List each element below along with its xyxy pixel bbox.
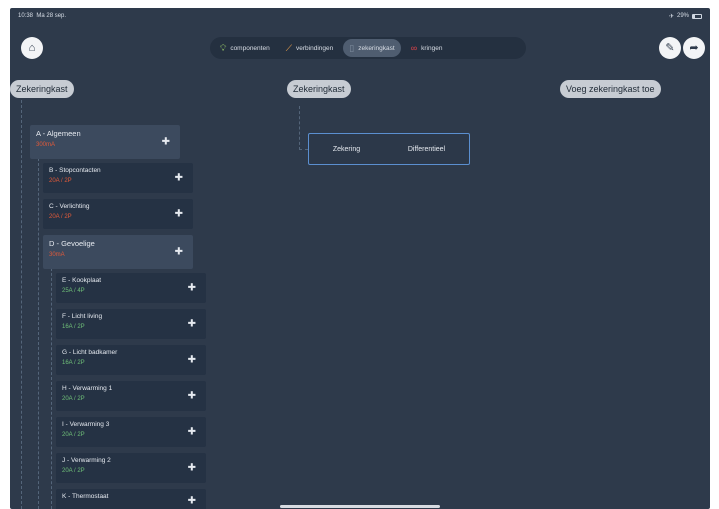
node-rating: 16A / 2P [62,324,85,330]
tree-node-g[interactable]: G - Licht badkamer 16A / 2P ✚ [56,345,206,375]
node-rating: 30mA [49,252,65,258]
plus-icon[interactable]: ✚ [175,173,183,184]
tab-kringen[interactable]: ∞ kringen [405,39,449,57]
tab-label: verbindingen [296,44,334,52]
status-time: 10:38 [18,13,34,19]
node-name: F - Licht living [62,313,103,320]
tab-label: componenten [230,44,270,52]
node-name: I - Verwarming 3 [62,421,110,428]
status-right: ✈ 29% [669,13,702,20]
plus-icon[interactable]: ✚ [162,137,170,148]
node-rating: 20A / 2P [62,468,85,474]
plus-icon[interactable]: ✚ [188,391,196,402]
tab-zekeringkast[interactable]: ▯ zekeringkast [343,39,401,57]
node-rating: 20A / 2P [62,396,85,402]
tree-node-j[interactable]: J - Verwarming 2 20A / 2P ✚ [56,453,206,483]
battery-icon [692,13,702,19]
node-name: K - Thermostaat [62,493,109,500]
plus-icon[interactable]: ✚ [188,355,196,366]
plus-icon[interactable]: ✚ [188,463,196,474]
left-panel-title-text: Zekeringkast [16,84,68,94]
tree-node-b[interactable]: B - Stopcontacten 20A / 2P ✚ [43,163,193,193]
bulb-icon: 💡︎ [220,42,227,53]
node-rating: 20A / 2P [49,178,72,184]
wire-icon: ⟋ [285,42,293,53]
node-rating: 300mA [36,142,56,148]
connector-line [299,149,308,150]
tab-verbindingen[interactable]: ⟋ verbindingen [280,39,340,57]
pencil-icon: ✎ [665,41,675,54]
home-indicator [280,505,440,508]
app-screen: 10:38 Ma 28 sep. ✈ 29% ⌂ 💡︎ componenten … [10,8,710,509]
option-zekering[interactable]: Zekering [333,146,360,153]
rings-icon: ∞ [410,43,418,53]
node-name: E - Kookplaat [62,277,102,284]
tab-componenten[interactable]: 💡︎ componenten [214,39,276,57]
center-panel-title: Zekeringkast [287,80,351,98]
node-name: A - Algemeen [36,129,81,138]
tree-line [51,263,52,509]
plus-icon[interactable]: ✚ [175,247,183,258]
plus-icon[interactable]: ✚ [188,496,196,507]
tree-line [21,100,22,509]
home-button[interactable]: ⌂ [21,37,43,59]
option-differentieel[interactable]: Differentieel [408,146,445,153]
tree-node-i[interactable]: I - Verwarming 3 20A / 2P ✚ [56,417,206,447]
add-fusebox-label: Voeg zekeringkast toe [566,84,655,94]
node-name: H - Verwarming 1 [62,385,113,392]
status-time-date: 10:38 Ma 28 sep. [18,13,66,19]
edit-button[interactable]: ✎ [659,37,681,59]
battery-percent: 29% [676,13,689,19]
plus-icon[interactable]: ✚ [188,319,196,330]
node-name: B - Stopcontacten [49,167,101,174]
node-rating: 20A / 2P [62,432,85,438]
tree-node-c[interactable]: C - Verlichting 20A / 2P ✚ [43,199,193,229]
share-button[interactable]: ➦ [683,37,705,59]
node-rating: 25A / 4P [62,288,85,294]
left-panel-title: Zekeringkast [10,80,74,98]
node-name: C - Verlichting [49,203,90,210]
tree-node-k[interactable]: K - Thermostaat ✚ [56,489,206,509]
add-fusebox-button[interactable]: Voeg zekeringkast toe [560,80,661,98]
plus-icon[interactable]: ✚ [188,427,196,438]
tree-node-h[interactable]: H - Verwarming 1 20A / 2P ✚ [56,381,206,411]
share-icon: ➦ [689,41,699,54]
node-rating: 16A / 2P [62,360,85,366]
status-date: Ma 28 sep. [36,13,67,19]
node-name: J - Verwarming 2 [62,457,111,464]
node-name: D - Gevoelige [49,239,95,248]
tree-node-a[interactable]: A - Algemeen 300mA ✚ [30,125,180,159]
plus-icon[interactable]: ✚ [175,209,183,220]
center-panel-title-text: Zekeringkast [293,84,345,94]
tab-label: zekeringkast [358,44,395,52]
wifi-icon: ✈ [668,13,674,20]
node-rating: 20A / 2P [49,214,72,220]
fuse-type-selector: Zekering Differentieel [308,133,470,165]
node-name: G - Licht badkamer [62,349,118,356]
plus-icon[interactable]: ✚ [188,283,196,294]
tree-node-d[interactable]: D - Gevoelige 30mA ✚ [43,235,193,269]
tab-label: kringen [421,44,443,52]
status-bar: 10:38 Ma 28 sep. ✈ 29% [10,8,710,24]
home-icon: ⌂ [28,41,36,54]
tree-node-e[interactable]: E - Kookplaat 25A / 4P ✚ [56,273,206,303]
connector-line [299,106,300,150]
mode-tabs: 💡︎ componenten ⟋ verbindingen ▯ zekering… [210,37,526,59]
tree-line [38,158,39,509]
tree-node-f[interactable]: F - Licht living 16A / 2P ✚ [56,309,206,339]
panel-icon: ▯ [349,42,355,53]
